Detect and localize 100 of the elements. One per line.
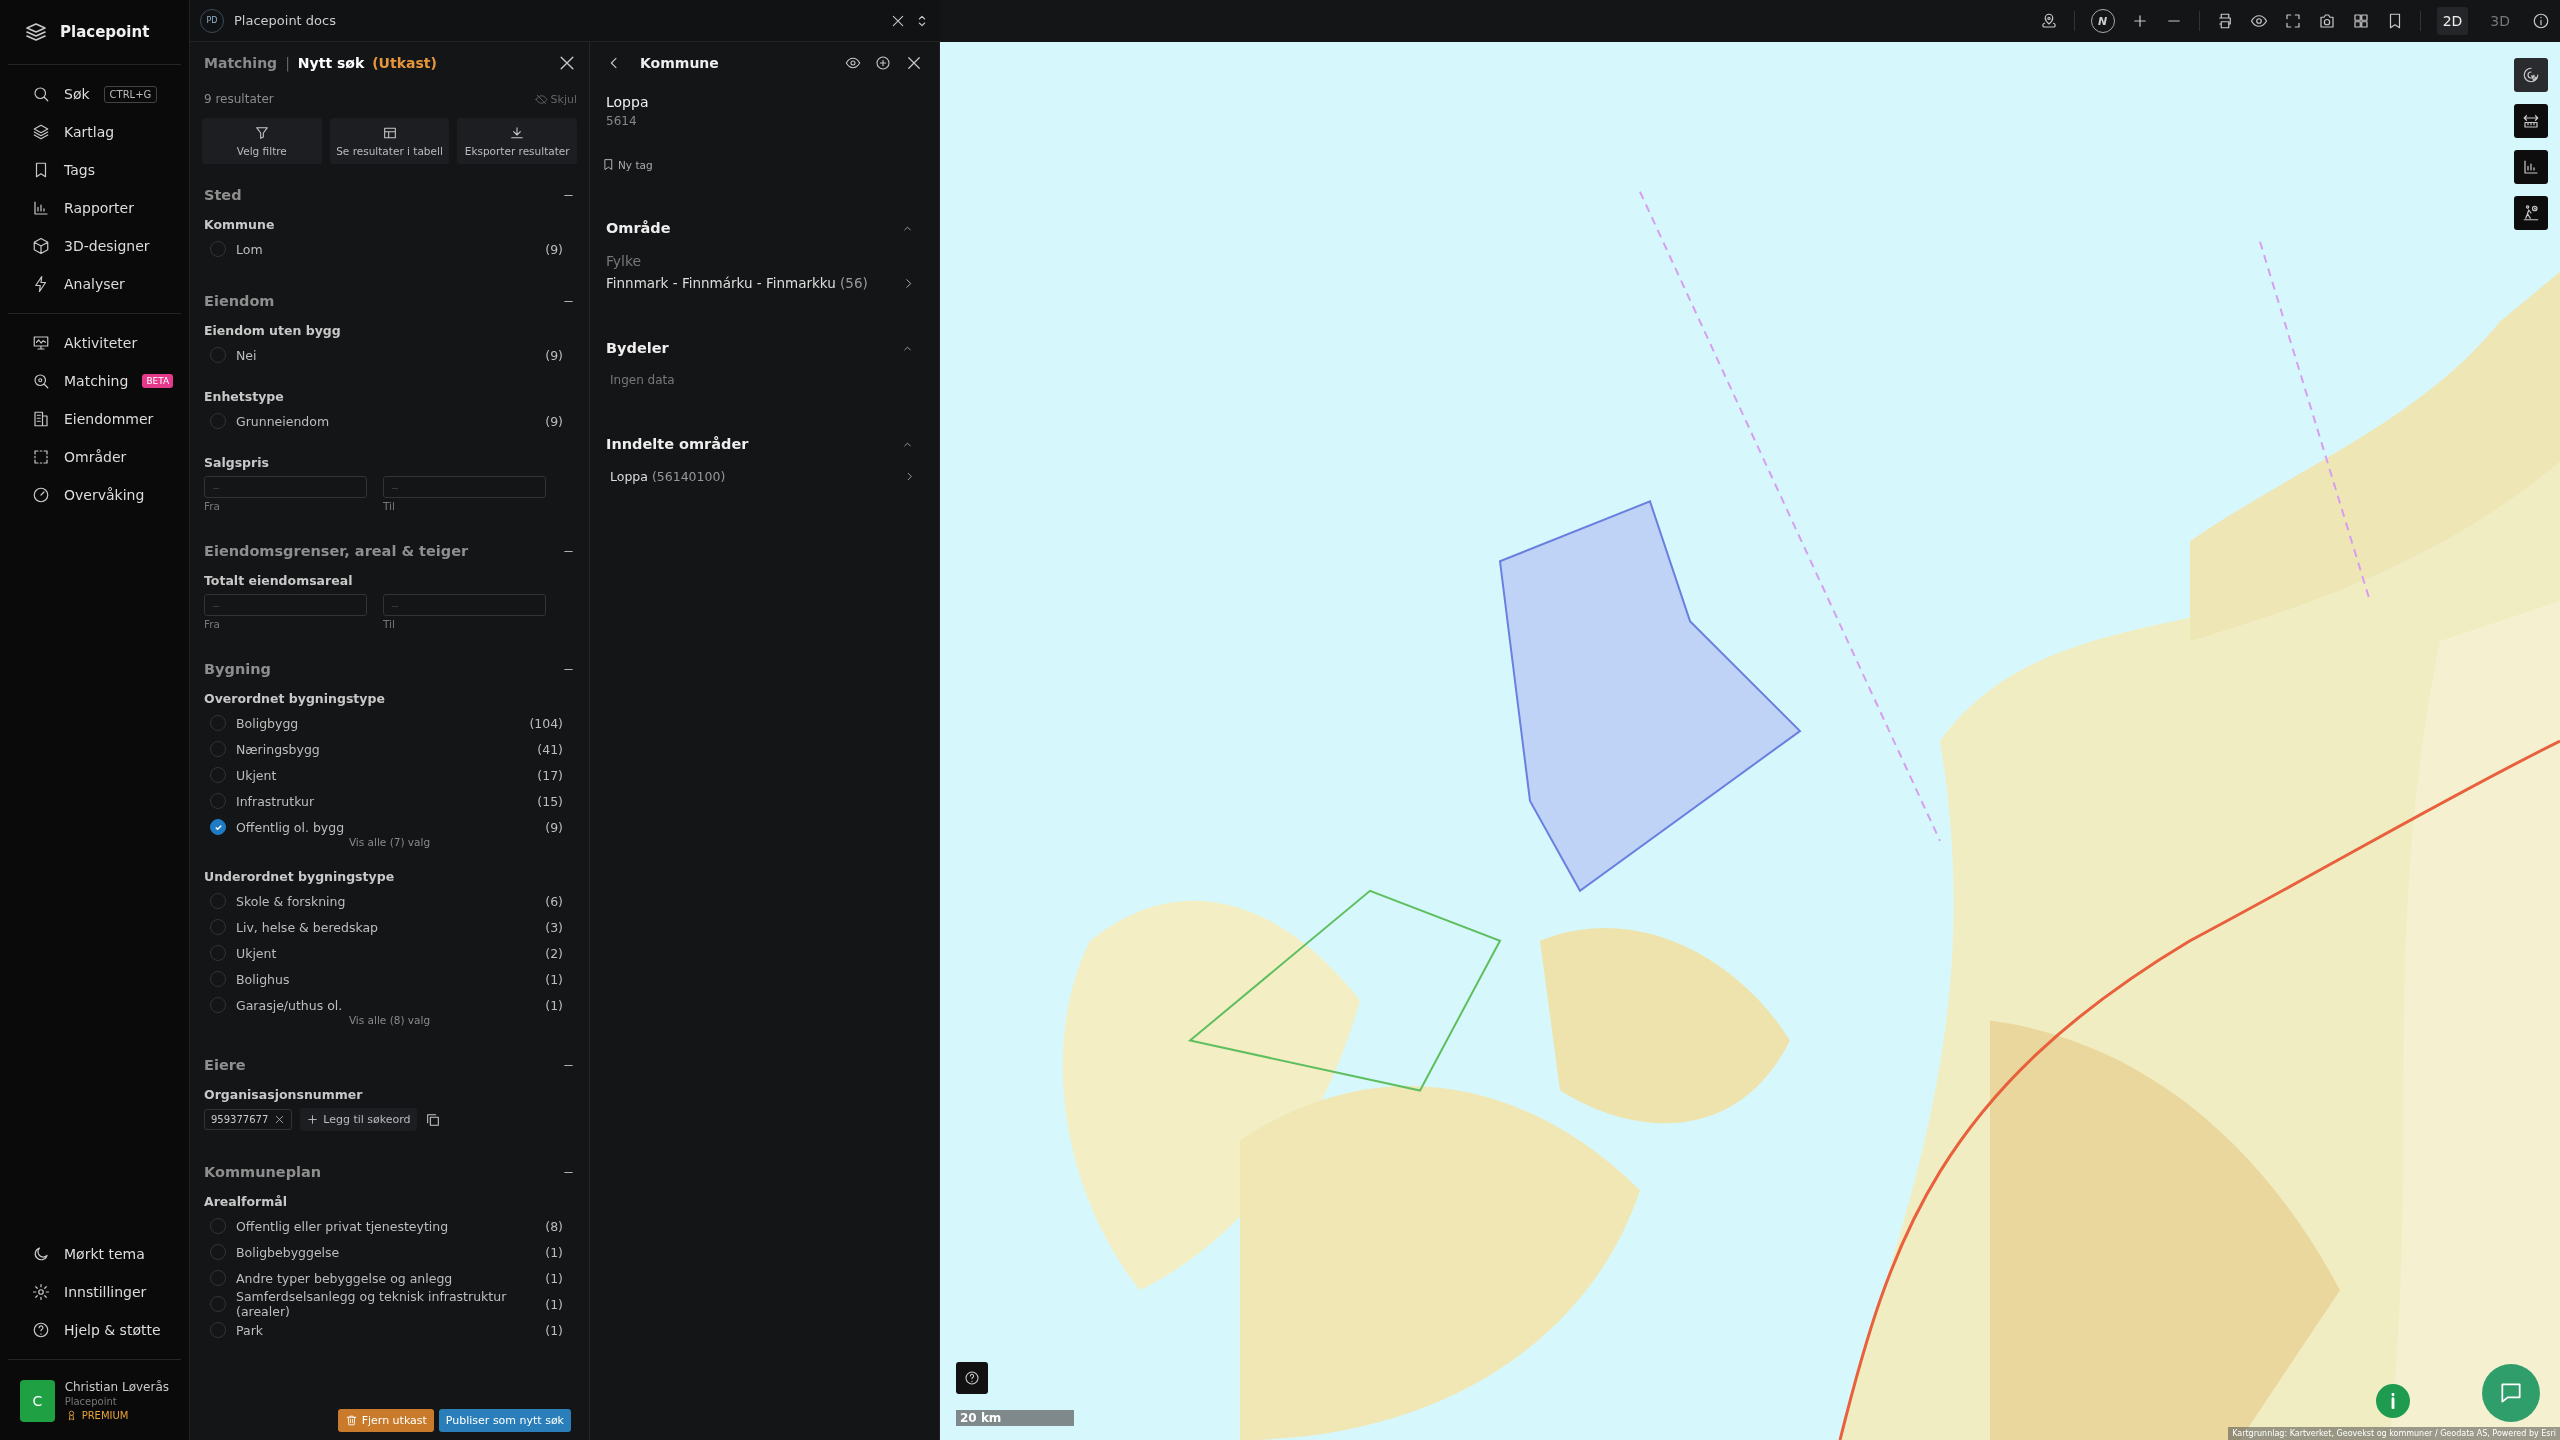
scale-bar: 20 km xyxy=(956,1410,1074,1426)
trash-icon xyxy=(344,1414,358,1427)
add-keyword-button[interactable]: Legg til søkeord xyxy=(300,1108,417,1131)
from-field[interactable]: – xyxy=(204,594,367,616)
option-label: Lom xyxy=(236,241,264,257)
field-label: Fylke xyxy=(606,253,643,269)
section-title: Inndelte områder xyxy=(606,436,749,452)
option-label: Offentlig ol. bygg xyxy=(236,819,346,835)
option-count: (8) xyxy=(545,1218,563,1234)
nav-item[interactable]: Tags xyxy=(8,151,181,189)
eye-off-icon xyxy=(534,92,548,106)
section-title: Sted xyxy=(204,187,242,203)
option-count: (9) xyxy=(545,241,563,257)
nav-item[interactable]: Hjelp & støtte xyxy=(8,1311,181,1349)
section-title: Område xyxy=(606,220,671,236)
nav-item[interactable]: Eiendommer xyxy=(8,400,181,438)
option-count: (1) xyxy=(545,1244,563,1260)
map-tool-button[interactable] xyxy=(2514,150,2548,184)
section-title: Eiendom xyxy=(204,293,275,309)
crosshair-icon[interactable] xyxy=(875,55,891,71)
nav-item[interactable]: Aktiviteter xyxy=(8,324,181,362)
place-code: 5614 xyxy=(606,114,638,128)
breadcrumb-separator: | xyxy=(285,55,290,71)
action-button[interactable]: Velg filtre xyxy=(202,118,322,164)
footer-button[interactable]: Publiser som nytt søk xyxy=(438,1409,571,1432)
group-title: Overordnet bygningstype xyxy=(203,690,386,708)
grid-icon[interactable] xyxy=(2351,12,2370,30)
fullscreen-icon[interactable] xyxy=(2283,12,2302,30)
empty-state: Ingen data xyxy=(610,373,676,387)
tag-text: 959377677 xyxy=(211,1114,269,1125)
chat-icon xyxy=(2498,1380,2524,1406)
option-label: Ukjent xyxy=(236,945,278,961)
county-link[interactable]: Finnmark - Finnmárku - Finmarkku (56) xyxy=(606,275,868,291)
view-mode-tab[interactable]: 2D xyxy=(2436,7,2469,35)
cube-icon xyxy=(32,237,50,255)
eye-icon[interactable] xyxy=(2249,12,2268,30)
user-name: Christian Løverås xyxy=(64,1380,169,1394)
nav-item[interactable]: Innstillinger xyxy=(8,1273,181,1311)
walking-clock-icon xyxy=(2522,204,2540,222)
from-field[interactable]: – xyxy=(204,476,367,498)
nav-item[interactable]: 3D-designer xyxy=(8,227,181,265)
shortcut-hint: CTRL+G xyxy=(103,85,158,103)
group-title: Enhetstype xyxy=(203,388,285,406)
option-count: (17) xyxy=(537,767,563,783)
option-label: Samferdselsanlegg og teknisk infrastruktur (arealer) xyxy=(236,1289,508,1319)
help-button[interactable] xyxy=(956,1362,988,1394)
nav-item[interactable]: Rapporter xyxy=(8,189,181,227)
download-icon xyxy=(509,125,526,141)
plus-icon xyxy=(306,1113,320,1126)
field-label: Fra xyxy=(204,618,222,630)
nav-item[interactable]: Kartlag xyxy=(8,113,181,151)
remove-icon[interactable] xyxy=(274,1114,286,1125)
section-title: Bydeler xyxy=(606,340,669,356)
nav-item[interactable]: Overvåking xyxy=(8,476,181,514)
close-icon[interactable] xyxy=(905,54,923,72)
beta-badge: BETA xyxy=(142,374,174,388)
map-tool-button[interactable] xyxy=(2514,58,2548,92)
layers-icon xyxy=(32,123,50,141)
panel-title: Kommune xyxy=(640,55,720,71)
map-attribution: Kartgrunnlag: Kartverket, Geovekst og kommuner / Geodata AS, Powered by Esri xyxy=(2228,1427,2560,1440)
view-mode-tab[interactable]: 3D xyxy=(2484,7,2516,35)
camera-icon[interactable] xyxy=(2317,12,2336,30)
nav-item[interactable]: Analyser xyxy=(8,265,181,303)
action-button[interactable]: Eksporter resultater xyxy=(457,118,577,164)
action-button[interactable]: Se resultater i tabell xyxy=(329,118,450,164)
nav-item[interactable]: Mørkt tema xyxy=(8,1235,181,1273)
option-count: (3) xyxy=(545,919,563,935)
option-count: (104) xyxy=(529,715,563,731)
option-label: Boligbebyggelse xyxy=(236,1244,341,1260)
location-pin-icon[interactable] xyxy=(2039,12,2058,30)
info-icon[interactable] xyxy=(2532,12,2550,30)
field-label: Fra xyxy=(204,500,222,512)
copy-icon[interactable] xyxy=(424,1111,441,1128)
plan-label: PREMIUM xyxy=(81,1410,129,1421)
workspace-tab[interactable]: PD Placepoint docs xyxy=(200,8,882,33)
option-label: Skole & forskning xyxy=(236,893,347,909)
checkbox[interactable] xyxy=(210,819,226,835)
nav-item[interactable]: Områder xyxy=(8,438,181,476)
to-field[interactable]: – xyxy=(383,476,546,498)
option-label: Boligbygg xyxy=(236,715,300,731)
result-count: 9 resultater xyxy=(204,92,274,106)
show-all-link[interactable]: Vis alle (7) valg xyxy=(348,836,431,848)
show-all-link[interactable]: Vis alle (8) valg xyxy=(348,1014,431,1026)
field-label: Til xyxy=(383,618,396,630)
group-title: Totalt eiendomsareal xyxy=(203,572,354,590)
option-count: (1) xyxy=(545,997,563,1013)
map-tool-button[interactable] xyxy=(2514,104,2548,138)
new-tag-button[interactable]: Ny tag xyxy=(602,158,923,171)
ruler-icon xyxy=(2522,112,2540,130)
to-field[interactable]: – xyxy=(383,594,546,616)
subarea-link[interactable]: Loppa (56140100) xyxy=(610,469,726,484)
nav-item[interactable]: Matching BETA xyxy=(8,362,181,400)
group-title: Organisasjonsnummer xyxy=(203,1086,364,1104)
eye-icon[interactable] xyxy=(845,55,861,71)
map-tool-button[interactable] xyxy=(2514,196,2548,230)
group-title: Kommune xyxy=(203,216,276,234)
option-label: Nei xyxy=(236,347,258,363)
nav-item[interactable]: Søk CTRL+G xyxy=(8,75,181,113)
section-title: Bygning xyxy=(204,661,271,677)
breadcrumb-link[interactable]: Matching xyxy=(204,55,278,71)
